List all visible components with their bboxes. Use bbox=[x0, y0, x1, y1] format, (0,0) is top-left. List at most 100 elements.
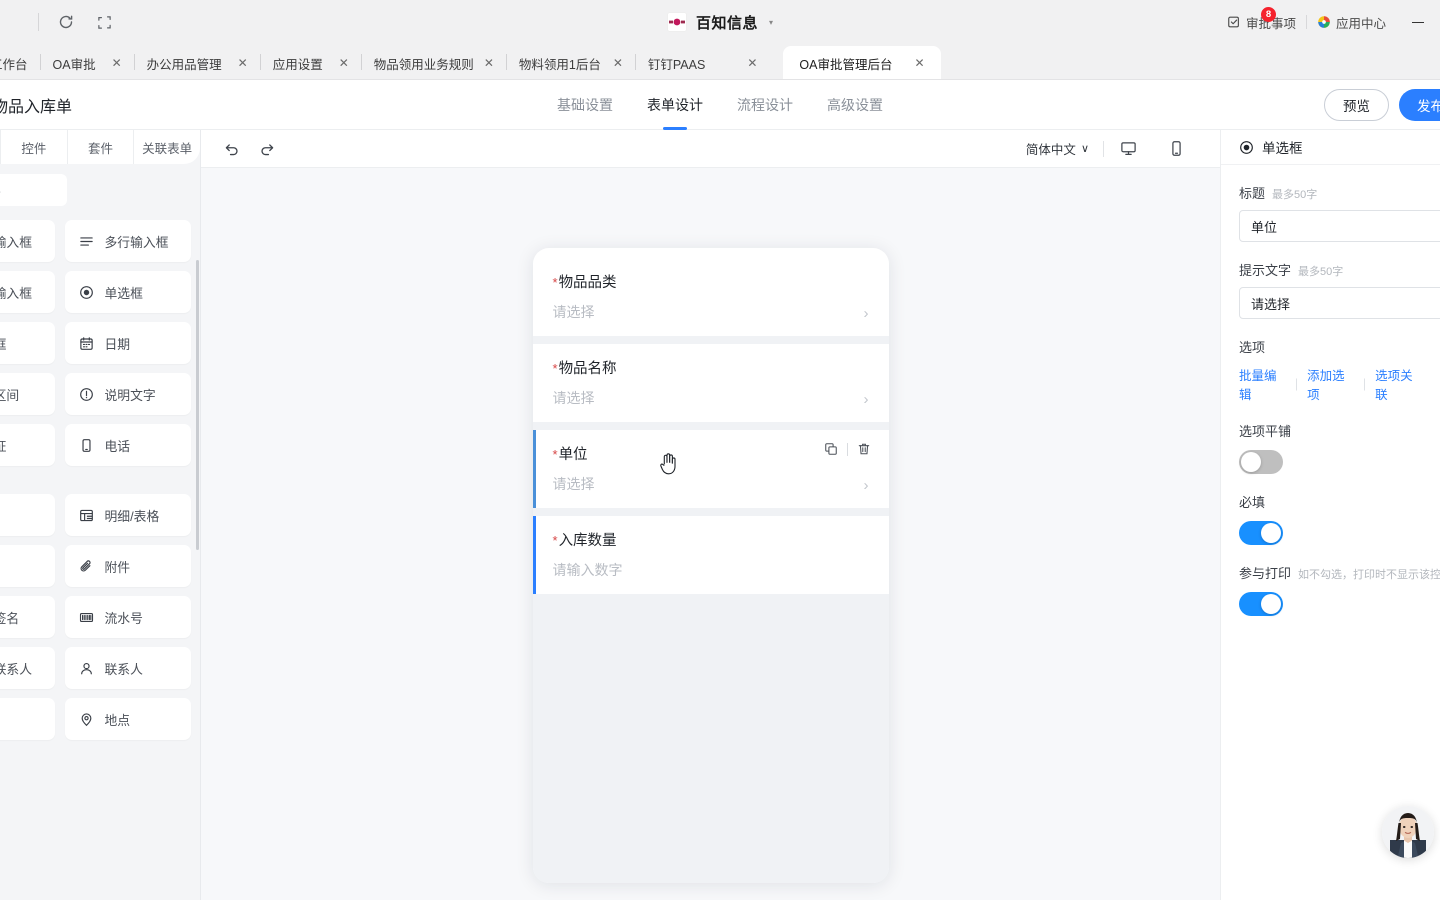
customer-service-avatar[interactable] bbox=[1382, 806, 1434, 858]
palette-item-contact[interactable]: 联系人 bbox=[64, 647, 191, 689]
palette-item-radio[interactable]: 单选框 bbox=[64, 271, 191, 313]
palette-item-description-text[interactable]: 说明文字 bbox=[64, 373, 191, 415]
palette-item-date[interactable]: 日期 bbox=[64, 322, 191, 364]
field-action-bar bbox=[824, 442, 871, 456]
browser-tab[interactable]: 物品领用业务规则 ✕ bbox=[362, 46, 506, 80]
palette-tab-controls[interactable]: 控件 bbox=[0, 130, 67, 164]
browser-tab[interactable]: 应用设置 ✕ bbox=[261, 46, 361, 80]
palette-item-label: 身份证 bbox=[0, 436, 6, 455]
header-actions: 预览 发布 bbox=[1324, 88, 1440, 121]
palette-search-wrap: 搜索控件 bbox=[0, 164, 200, 212]
property-label-row: 参与打印 如不勾选，打印时不显示该控件 bbox=[1239, 563, 1440, 582]
close-icon[interactable]: ✕ bbox=[339, 56, 349, 70]
attachment-icon bbox=[79, 558, 95, 574]
fullscreen-icon[interactable] bbox=[89, 7, 119, 37]
batch-edit-link[interactable]: 批量编辑 bbox=[1239, 365, 1286, 403]
publish-button[interactable]: 发布 bbox=[1399, 88, 1440, 121]
palette-item-location[interactable]: 地点 bbox=[64, 698, 191, 740]
palette-item-department[interactable]: 部门 bbox=[0, 698, 55, 740]
tab-form-design[interactable]: 表单设计 bbox=[647, 80, 703, 130]
browser-tab[interactable]: 办公用品管理 ✕ bbox=[135, 46, 260, 80]
palette-item-phone[interactable]: 电话 bbox=[64, 424, 191, 466]
mobile-preview-button[interactable] bbox=[1152, 130, 1200, 168]
brand-name: 百知信息 bbox=[695, 14, 758, 32]
browser-tab-label: OA审批 bbox=[52, 57, 96, 72]
mobile-icon bbox=[1171, 141, 1181, 156]
palette-item-money[interactable]: 金额 bbox=[0, 545, 55, 587]
trash-icon[interactable] bbox=[857, 442, 871, 456]
field-placeholder: 请输入数字 bbox=[552, 562, 623, 578]
browser-tab[interactable]: OA审批 ✕ bbox=[41, 46, 134, 80]
field-placeholder: 请选择 bbox=[552, 476, 595, 492]
undo-icon[interactable] bbox=[221, 139, 241, 159]
placeholder-input[interactable]: 请选择 bbox=[1239, 287, 1440, 319]
form-field-item-unit[interactable]: *单位 请选择 › bbox=[532, 430, 889, 508]
language-selector[interactable]: 简体中文 ∨ bbox=[1026, 139, 1103, 158]
field-placeholder: 请选择 bbox=[552, 304, 595, 320]
option-relation-link[interactable]: 选项关联 bbox=[1375, 365, 1422, 403]
browser-tab-label: 工作台 bbox=[0, 57, 28, 72]
app-center-button[interactable]: 应用中心 bbox=[1307, 0, 1396, 44]
form-field-item-category[interactable]: *物品品类 请选择 › bbox=[532, 258, 889, 336]
preview-button[interactable]: 预览 bbox=[1324, 88, 1389, 121]
browser-tab[interactable]: 工作台 bbox=[0, 46, 40, 80]
required-toggle[interactable] bbox=[1239, 521, 1283, 545]
tab-process-design[interactable]: 流程设计 bbox=[737, 80, 793, 130]
toggle-knob bbox=[1261, 594, 1281, 614]
form-field-item-name[interactable]: *物品名称 请选择 › bbox=[532, 344, 889, 422]
palette-item-serial-number[interactable]: 流水号 bbox=[64, 596, 191, 638]
close-icon[interactable]: ✕ bbox=[112, 56, 122, 70]
palette-item-multiline-input[interactable]: 多行输入框 bbox=[64, 220, 191, 262]
tile-toggle[interactable] bbox=[1239, 450, 1283, 474]
copy-icon[interactable] bbox=[824, 442, 838, 456]
palette-item-label: 明细/表格 bbox=[104, 508, 160, 524]
palette-scrollbar[interactable] bbox=[196, 260, 199, 550]
palette-item-number-input[interactable]: 数字输入框 bbox=[0, 271, 55, 313]
desktop-preview-button[interactable] bbox=[1104, 130, 1152, 168]
palette-item-text-input[interactable]: 单行输入框 bbox=[0, 220, 55, 262]
approval-items-button[interactable]: 审批事项 8 bbox=[1217, 0, 1306, 44]
palette-tab-kits[interactable]: 套件 bbox=[66, 130, 134, 164]
palette-tab-linked-forms[interactable]: 关联表单 bbox=[133, 130, 200, 164]
close-icon[interactable]: ✕ bbox=[613, 56, 623, 70]
browser-tab-active[interactable]: OA审批管理后台 ✕ bbox=[783, 46, 941, 80]
title-input[interactable]: 单位 bbox=[1239, 210, 1440, 242]
property-label-row: 必填 bbox=[1239, 492, 1422, 511]
palette-item-internal-contact[interactable]: 内部联系人 bbox=[0, 647, 55, 689]
palette-item-label: 地点 bbox=[104, 712, 131, 728]
tab-basic-settings[interactable]: 基础设置 bbox=[557, 80, 613, 130]
multiline-input-icon bbox=[79, 233, 95, 249]
property-hint: 最多50字 bbox=[1298, 266, 1344, 278]
palette-item-image[interactable]: 图片 bbox=[0, 494, 55, 536]
canvas-toolbar-right: 简体中文 ∨ bbox=[1026, 130, 1200, 168]
palette-item-signature[interactable]: 手写签名 bbox=[0, 596, 55, 638]
reload-icon[interactable] bbox=[51, 7, 81, 37]
field-label-row: *入库数量 bbox=[553, 530, 871, 552]
print-toggle[interactable] bbox=[1239, 592, 1283, 616]
search-input[interactable]: 搜索控件 bbox=[0, 174, 67, 206]
add-option-link[interactable]: 添加选项 bbox=[1307, 365, 1354, 403]
close-icon[interactable]: ✕ bbox=[747, 56, 757, 70]
brand-block[interactable]: 百知信息 ▾ bbox=[666, 0, 773, 44]
close-icon[interactable]: ✕ bbox=[484, 56, 494, 70]
placeholder-input-value: 请选择 bbox=[1251, 296, 1291, 312]
redo-icon[interactable] bbox=[257, 139, 277, 159]
close-icon[interactable]: ✕ bbox=[914, 56, 924, 70]
browser-tab-label: 物料领用1后台 bbox=[518, 57, 601, 72]
close-icon[interactable]: ✕ bbox=[238, 56, 248, 70]
app-root: 百知信息 ▾ 审批事项 8 应用中心 作台 OA审批 ✕ 办公用品管理 ✕ 应用… bbox=[0, 0, 1440, 900]
window-minimize-button[interactable] bbox=[1396, 0, 1440, 44]
palette-item-attachment[interactable]: 附件 bbox=[64, 545, 191, 587]
palette-item-checkbox[interactable]: 多选框 bbox=[0, 322, 55, 364]
palette-item-id-card[interactable]: 身份证 bbox=[0, 424, 55, 466]
form-field-item-quantity[interactable]: *入库数量 请输入数字 bbox=[532, 516, 889, 594]
chevron-down-icon[interactable]: ▾ bbox=[769, 18, 773, 27]
component-palette: 控件 套件 关联表单 搜索控件 bbox=[0, 130, 201, 900]
title-input-value: 单位 bbox=[1251, 219, 1278, 235]
browser-tab[interactable]: 物料领用1后台 ✕ bbox=[507, 46, 635, 80]
property-placeholder-group: 提示文字 最多50字 请选择 bbox=[1239, 260, 1440, 319]
palette-item-table[interactable]: 明细/表格 bbox=[64, 494, 191, 536]
browser-tab[interactable]: 钉钉PAAS ✕ bbox=[636, 46, 770, 80]
tab-advanced-settings[interactable]: 高级设置 bbox=[827, 80, 883, 130]
palette-item-date-range[interactable]: 日期区间 bbox=[0, 373, 55, 415]
